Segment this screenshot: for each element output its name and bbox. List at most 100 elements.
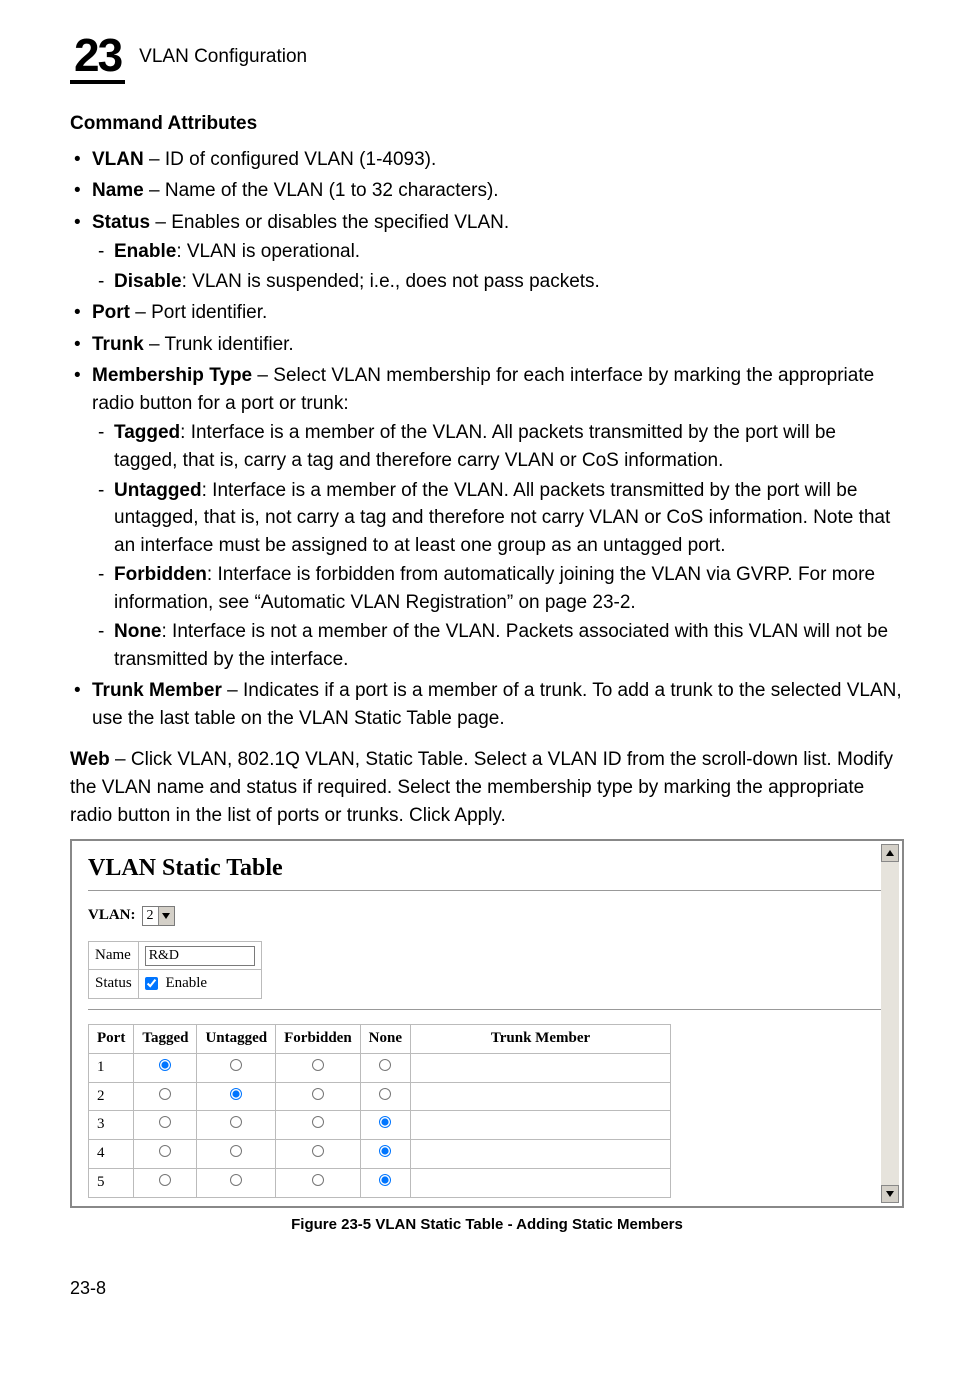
radio-cell	[360, 1111, 410, 1140]
attr-untagged: Untagged: Interface is a member of the V…	[92, 477, 904, 560]
attr-name: Name – Name of the VLAN (1 to 32 charact…	[70, 177, 904, 205]
radio-cell	[134, 1111, 197, 1140]
radio-cell	[134, 1082, 197, 1111]
radio-cell	[360, 1140, 410, 1169]
table-row: 4	[89, 1140, 671, 1169]
port-cell: 1	[89, 1053, 134, 1082]
chapter-number: 23	[70, 30, 125, 84]
radio-cell	[360, 1053, 410, 1082]
tagged-radio[interactable]	[159, 1174, 171, 1186]
radio-cell	[360, 1168, 410, 1197]
col-tagged: Tagged	[134, 1025, 197, 1054]
port-cell: 2	[89, 1082, 134, 1111]
col-none: None	[360, 1025, 410, 1054]
vlan-selector-label: VLAN:	[88, 905, 136, 927]
name-label: Name	[89, 941, 139, 970]
trunkmember-cell	[411, 1140, 671, 1169]
name-input[interactable]	[145, 946, 255, 966]
web-paragraph: Web – Click VLAN, 802.1Q VLAN, Static Ta…	[70, 746, 904, 829]
attr-tagged: Tagged: Interface is a member of the VLA…	[92, 419, 904, 474]
untagged-radio[interactable]	[230, 1088, 242, 1100]
attribute-list: VLAN – ID of configured VLAN (1-4093). N…	[70, 146, 904, 733]
radio-cell	[134, 1140, 197, 1169]
col-port: Port	[89, 1025, 134, 1054]
none-radio[interactable]	[379, 1145, 391, 1157]
table-row: 2	[89, 1082, 671, 1111]
radio-cell	[197, 1082, 276, 1111]
radio-cell	[276, 1168, 361, 1197]
attr-none: None: Interface is not a member of the V…	[92, 618, 904, 673]
radio-cell	[197, 1111, 276, 1140]
table-row: Name	[89, 941, 262, 970]
radio-cell	[134, 1053, 197, 1082]
table-row: Status Enable	[89, 970, 262, 999]
col-untagged: Untagged	[197, 1025, 276, 1054]
attr-membership: Membership Type – Select VLAN membership…	[70, 362, 904, 673]
tagged-radio[interactable]	[159, 1145, 171, 1157]
figure-title: VLAN Static Table	[88, 851, 886, 886]
status-label: Status	[89, 970, 139, 999]
port-membership-table: Port Tagged Untagged Forbidden None Trun…	[88, 1024, 671, 1198]
tagged-radio[interactable]	[159, 1088, 171, 1100]
col-forbidden: Forbidden	[276, 1025, 361, 1054]
chapter-title: VLAN Configuration	[139, 43, 307, 71]
radio-cell	[276, 1082, 361, 1111]
vlan-form-table: Name Status Enable	[88, 941, 262, 1000]
forbidden-radio[interactable]	[312, 1174, 324, 1186]
trunkmember-cell	[411, 1053, 671, 1082]
port-cell: 3	[89, 1111, 134, 1140]
table-row: 5	[89, 1168, 671, 1197]
page-number: 23-8	[70, 1275, 904, 1301]
chapter-header: 23 VLAN Configuration	[70, 30, 904, 84]
attr-trunk: Trunk – Trunk identifier.	[70, 331, 904, 359]
untagged-radio[interactable]	[230, 1116, 242, 1128]
vlan-selector[interactable]: 2	[142, 906, 175, 926]
tagged-radio[interactable]	[159, 1059, 171, 1071]
trunkmember-cell	[411, 1082, 671, 1111]
scroll-track[interactable]	[881, 862, 899, 1185]
untagged-radio[interactable]	[230, 1145, 242, 1157]
attr-status: Status – Enables or disables the specifi…	[70, 209, 904, 296]
radio-cell	[197, 1140, 276, 1169]
table-row: 3	[89, 1111, 671, 1140]
radio-cell	[197, 1053, 276, 1082]
divider	[88, 1009, 886, 1010]
forbidden-radio[interactable]	[312, 1059, 324, 1071]
none-radio[interactable]	[379, 1174, 391, 1186]
forbidden-radio[interactable]	[312, 1145, 324, 1157]
trunkmember-cell	[411, 1111, 671, 1140]
none-radio[interactable]	[379, 1088, 391, 1100]
port-cell: 5	[89, 1168, 134, 1197]
status-enable-checkbox[interactable]	[145, 977, 158, 990]
vlan-selector-value: 2	[143, 906, 158, 926]
attr-vlan: VLAN – ID of configured VLAN (1-4093).	[70, 146, 904, 174]
attr-status-disable: Disable: VLAN is suspended; i.e., does n…	[92, 268, 904, 296]
radio-cell	[360, 1082, 410, 1111]
table-row: 1	[89, 1053, 671, 1082]
attr-forbidden: Forbidden: Interface is forbidden from a…	[92, 561, 904, 616]
attr-port: Port – Port identifier.	[70, 299, 904, 327]
untagged-radio[interactable]	[230, 1059, 242, 1071]
tagged-radio[interactable]	[159, 1116, 171, 1128]
radio-cell	[197, 1168, 276, 1197]
forbidden-radio[interactable]	[312, 1088, 324, 1100]
untagged-radio[interactable]	[230, 1174, 242, 1186]
chevron-down-icon[interactable]	[158, 907, 174, 925]
divider	[88, 890, 886, 891]
section-heading: Command Attributes	[70, 110, 904, 138]
radio-cell	[276, 1140, 361, 1169]
attr-status-enable: Enable: VLAN is operational.	[92, 238, 904, 266]
scroll-down-icon[interactable]	[881, 1185, 899, 1203]
none-radio[interactable]	[379, 1059, 391, 1071]
radio-cell	[276, 1111, 361, 1140]
port-cell: 4	[89, 1140, 134, 1169]
forbidden-radio[interactable]	[312, 1116, 324, 1128]
none-radio[interactable]	[379, 1116, 391, 1128]
attr-trunkmember: Trunk Member – Indicates if a port is a …	[70, 677, 904, 732]
figure-caption: Figure 23-5 VLAN Static Table - Adding S…	[70, 1214, 904, 1236]
trunkmember-cell	[411, 1168, 671, 1197]
figure-panel: VLAN Static Table VLAN: 2 Name Status En…	[70, 839, 904, 1208]
status-enable-text: Enable	[165, 975, 207, 991]
vertical-scrollbar[interactable]	[881, 844, 899, 1203]
scroll-up-icon[interactable]	[881, 844, 899, 862]
